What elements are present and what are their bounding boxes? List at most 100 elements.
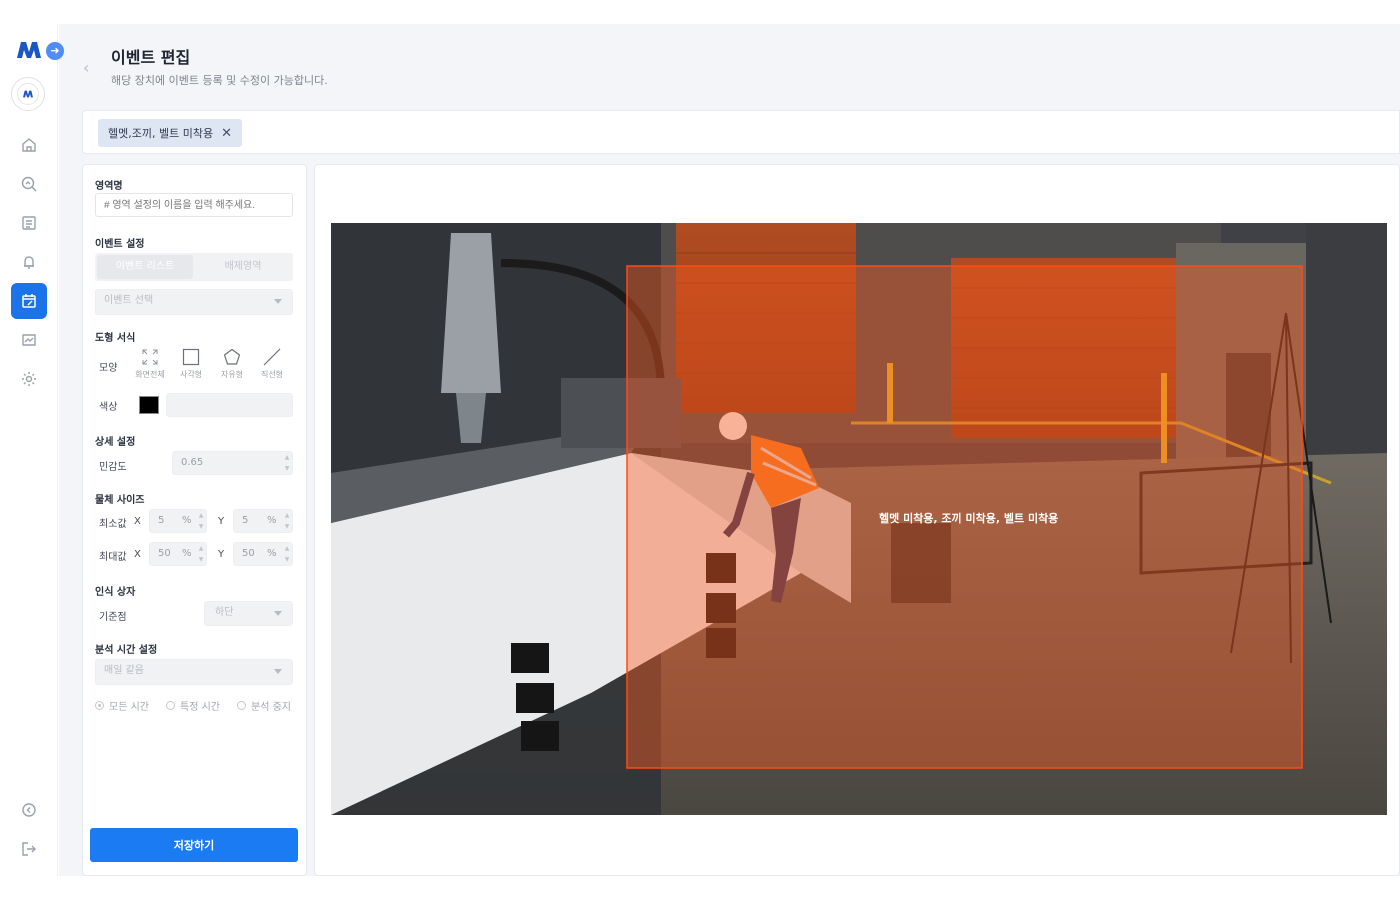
radio-icon: [237, 701, 246, 710]
event-edit-icon: [22, 294, 36, 308]
tab-exclude-area[interactable]: 배제영역: [195, 255, 291, 279]
stepper-icon[interactable]: ▲ ▼: [282, 452, 292, 474]
detail-setting-label: 상세 설정: [95, 437, 136, 448]
min-y-unit: %: [267, 515, 277, 526]
event-tag[interactable]: 헬멧,조끼, 벨트 미착용 ✕: [98, 119, 242, 147]
event-tag-bar: 헬멧,조끼, 벨트 미착용 ✕: [82, 110, 1400, 154]
color-swatch[interactable]: [139, 396, 159, 414]
max-label: 최대값: [99, 552, 127, 563]
zone-label: 헬멧 미착용, 조끼 미착용, 벨트 미착용: [879, 512, 1059, 525]
shape-fullscreen-button[interactable]: 화면전체: [131, 347, 169, 380]
radio-icon: [166, 701, 175, 710]
max-x-value: 50: [158, 548, 171, 559]
shape-polygon-button[interactable]: 자유형: [213, 347, 251, 380]
home-icon: [22, 138, 36, 152]
analysis-time-label: 분석 시간 설정: [95, 645, 158, 656]
collapse-icon: [22, 803, 36, 817]
shape-style-label: 도형 서식: [95, 333, 136, 344]
min-y-input[interactable]: 5 % ▲ ▼: [233, 509, 293, 533]
min-y-value: 5: [242, 515, 249, 526]
stepper-icon[interactable]: ▲ ▼: [282, 510, 292, 532]
sensitivity-value: 0.65: [181, 457, 204, 468]
max-x-input[interactable]: 50 % ▲ ▼: [149, 542, 207, 566]
color-label: 색상: [99, 402, 118, 413]
avatar-logo-icon: [23, 90, 33, 98]
settings-panel: 영역명 이벤트 설정 이벤트 리스트 배제영역 이벤트 선택 도형 서식 모양 …: [82, 164, 307, 876]
shape-rectangle-button[interactable]: 사각형: [172, 347, 210, 380]
camera-view[interactable]: 헬멧 미착용, 조끼 미착용, 벨트 미착용: [331, 223, 1387, 815]
radio-all-time-label: 모든 시간: [109, 702, 149, 713]
chevron-down-icon: [274, 299, 282, 304]
pentagon-icon: [223, 348, 241, 365]
page-title: 이벤트 편집: [111, 48, 191, 67]
sensitivity-input[interactable]: 0.65 ▲ ▼: [172, 451, 293, 475]
reference-value: 하단: [215, 607, 234, 618]
main-content: ‹ 이벤트 편집 해당 장치에 이벤트 등록 및 수정이 가능합니다. 헬멧,조…: [59, 24, 1400, 876]
stepper-icon[interactable]: ▲ ▼: [196, 543, 206, 565]
close-icon[interactable]: ✕: [221, 126, 232, 141]
stepper-icon[interactable]: ▲ ▼: [196, 510, 206, 532]
object-size-label: 물체 사이즈: [95, 495, 145, 506]
list-icon: [22, 216, 36, 230]
logout-icon: [22, 842, 36, 856]
shape-fullscreen-label: 화면전체: [135, 370, 165, 379]
detect-box-label: 인식 상자: [95, 587, 136, 598]
shape-rectangle-label: 사각형: [179, 370, 203, 379]
min-x-input[interactable]: 5 % ▲ ▼: [149, 509, 207, 533]
camera-frame: [331, 223, 1387, 815]
radio-selected-icon: [95, 701, 104, 710]
chevron-down-icon: [274, 669, 282, 674]
radio-all-time[interactable]: 모든 시간: [95, 698, 149, 713]
region-name-label: 영역명: [95, 181, 123, 192]
nav-collapse[interactable]: [11, 792, 47, 828]
radio-stop-analysis[interactable]: 분석 중지: [237, 698, 291, 713]
analysis-time-value: 매일 같음: [104, 665, 144, 676]
sidebar-expand-icon[interactable]: ➜: [46, 42, 64, 60]
nav-settings[interactable]: [11, 361, 47, 397]
nav-search[interactable]: [11, 166, 47, 202]
min-label: 최소값: [99, 519, 127, 530]
line-icon: [263, 348, 281, 366]
max-y-label: Y: [218, 549, 225, 560]
event-tab-group: 이벤트 리스트 배제영역: [95, 253, 293, 281]
event-select[interactable]: 이벤트 선택: [95, 289, 293, 315]
event-setting-label: 이벤트 설정: [95, 239, 145, 250]
radio-specific-time-label: 특정 시간: [180, 702, 220, 713]
max-y-unit: %: [267, 548, 277, 559]
nav-list[interactable]: [11, 205, 47, 241]
min-x-unit: %: [182, 515, 192, 526]
analysis-time-select[interactable]: 매일 같음: [95, 659, 293, 685]
event-tag-label: 헬멧,조끼, 벨트 미착용: [108, 127, 214, 140]
max-x-unit: %: [182, 548, 192, 559]
color-hex-input[interactable]: [166, 393, 293, 417]
nav-logout[interactable]: [11, 831, 47, 867]
max-y-value: 50: [242, 548, 255, 559]
nav-alarm[interactable]: [11, 244, 47, 280]
tab-event-list[interactable]: 이벤트 리스트: [97, 255, 193, 279]
max-y-input[interactable]: 50 % ▲ ▼: [233, 542, 293, 566]
alarm-settings-icon: [24, 256, 34, 269]
nav-home[interactable]: [11, 127, 47, 163]
gear-icon: [22, 372, 36, 386]
region-name-input[interactable]: [95, 193, 293, 217]
canvas-card: 헬멧 미착용, 조끼 미착용, 벨트 미착용: [314, 164, 1400, 876]
page-subtitle: 해당 장치에 이벤트 등록 및 수정이 가능합니다.: [111, 74, 328, 87]
reference-select[interactable]: 하단: [204, 601, 293, 626]
back-chevron-icon[interactable]: ‹: [83, 58, 89, 77]
nav-event-edit[interactable]: [11, 283, 47, 319]
report-icon: [22, 334, 36, 346]
stepper-icon[interactable]: ▲ ▼: [282, 543, 292, 565]
sidebar: ➜: [0, 24, 64, 876]
reference-label: 기준점: [99, 612, 127, 623]
min-x-value: 5: [158, 515, 165, 526]
nav-report[interactable]: [11, 322, 47, 358]
shape-line-button[interactable]: 직선형: [253, 347, 291, 380]
chevron-down-icon: [274, 611, 282, 616]
save-button[interactable]: 저장하기: [90, 828, 298, 862]
min-y-label: Y: [218, 516, 225, 527]
shape-polygon-label: 자유형: [220, 370, 244, 379]
logo: [17, 42, 41, 58]
radio-specific-time[interactable]: 특정 시간: [166, 698, 220, 713]
sensitivity-label: 민감도: [99, 462, 127, 473]
avatar[interactable]: [11, 77, 45, 111]
